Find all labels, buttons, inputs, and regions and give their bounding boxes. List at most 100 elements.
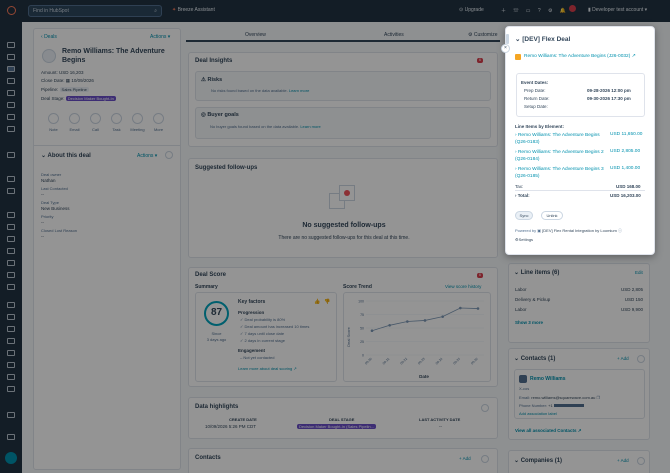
tab-activities[interactable]: Activities <box>384 32 404 38</box>
products-nav-icon[interactable] <box>7 338 15 344</box>
tickets-nav-icon[interactable] <box>7 260 15 266</box>
content-icon[interactable] <box>7 90 15 96</box>
subscriptions-nav-icon[interactable] <box>7 374 15 380</box>
contacts-nav-icon[interactable] <box>7 224 15 230</box>
contacts-title-row[interactable]: ⌄ Contacts (1) <box>514 355 555 362</box>
contact-name[interactable]: Remo Williams <box>530 376 566 382</box>
learn-scoring-link[interactable]: Learn more about deal scoring ↗ <box>238 366 297 371</box>
lists-nav-icon[interactable] <box>7 386 15 392</box>
automation-icon[interactable] <box>7 152 15 158</box>
show-more-link[interactable]: Show 3 more <box>515 320 543 325</box>
about-actions-menu[interactable]: Actions ▾ <box>137 153 157 159</box>
field-value[interactable]: -- <box>41 234 44 239</box>
quick-action-note[interactable] <box>48 113 59 124</box>
contacts-mid-settings-icon[interactable] <box>481 455 489 463</box>
line-item-name[interactable]: Labor <box>515 287 527 292</box>
library-icon[interactable] <box>7 212 15 218</box>
total-row[interactable]: › Total: <box>515 193 530 198</box>
quick-action-task[interactable] <box>111 113 122 124</box>
contacts-settings-icon[interactable] <box>637 355 645 363</box>
field-value[interactable]: -- <box>41 220 44 225</box>
panel-line-item[interactable]: › Remo Williams: The Adventure Begins (Q… <box>515 132 605 146</box>
upgrade-button[interactable]: ⊙ Upgrade <box>459 7 484 13</box>
unlink-button[interactable]: Unlink <box>541 211 563 220</box>
account-menu[interactable]: ▮ Developer test account ▾ <box>588 7 647 13</box>
inbox-nav-icon[interactable] <box>7 272 15 278</box>
tab-customize[interactable]: ⚙ Customize <box>468 32 498 38</box>
sync-button[interactable]: Sync <box>515 211 533 220</box>
pipeline-value[interactable]: Sales Pipeline <box>59 87 89 92</box>
info-icon[interactable]: ⓘ <box>618 228 622 233</box>
score-point[interactable] <box>476 307 480 310</box>
stage-value[interactable]: Decision Maker Bought-In <box>65 96 116 101</box>
top-utility-icons[interactable]: ＋ ☏ ▭ ? ⚙ 🔔 <box>501 7 569 14</box>
quick-action-more[interactable] <box>153 113 164 124</box>
contact-email[interactable]: remo.williams@squarewave.com.au <box>531 395 595 400</box>
view-all-contacts-link[interactable]: View all associated Contacts ↗ <box>515 428 581 434</box>
score-point[interactable] <box>441 315 444 318</box>
breeze-assistant-button[interactable]: ✦ Breeze Assistant <box>172 7 215 13</box>
score-point[interactable] <box>459 306 462 310</box>
field-value[interactable]: Nathan <box>41 178 56 183</box>
crm-icon[interactable] <box>7 66 15 72</box>
tasks-nav-icon[interactable] <box>7 302 15 308</box>
line-items-title-row[interactable]: ⌄ Line items (6) <box>514 269 559 276</box>
panel-close-icon[interactable]: × <box>501 44 510 53</box>
workspaces-icon[interactable] <box>7 54 15 60</box>
deals-nav-icon[interactable] <box>7 248 15 254</box>
marketplace-icon[interactable] <box>7 412 15 418</box>
bookmarks-icon[interactable] <box>7 42 15 48</box>
companies-add-button[interactable]: + Add <box>617 458 629 463</box>
contacts-mid-add-button[interactable]: + Add <box>459 456 471 461</box>
back-to-deals-link[interactable]: ‹ Deals <box>41 34 57 40</box>
reporting-icon[interactable] <box>7 176 15 182</box>
feedback-icons[interactable]: 👍👎 <box>314 299 334 305</box>
view-history-link[interactable]: View score history <box>445 284 481 289</box>
deal-actions-menu[interactable]: Actions ▾ <box>150 34 170 40</box>
expand-nav-icon[interactable] <box>7 434 15 440</box>
risks-learn-more-link[interactable]: Learn more <box>289 88 309 93</box>
deal-name[interactable]: Remo Williams: The Adventure Begins <box>62 47 172 65</box>
calls-nav-icon[interactable] <box>7 284 15 290</box>
score-point[interactable] <box>388 324 391 327</box>
about-section-header[interactable]: ⌄ About this deal <box>41 152 91 159</box>
data-icon[interactable] <box>7 188 15 194</box>
line-item-name[interactable]: Labor <box>515 307 527 312</box>
marketing-icon[interactable] <box>7 78 15 84</box>
score-point[interactable] <box>370 329 374 332</box>
settings-link[interactable]: ⚙Settings <box>515 237 533 242</box>
panel-title-row[interactable]: ⌄ [DEV] Flex Deal <box>515 35 570 43</box>
add-association-label-link[interactable]: Add association label <box>519 411 557 416</box>
copy-icon[interactable]: ❐ <box>596 395 600 400</box>
contact-phone[interactable]: +1 <box>548 403 553 408</box>
close-date-value[interactable]: 10/09/2026 <box>71 78 94 83</box>
panel-line-item[interactable]: › Remo Williams: The Adventure Begins 2 … <box>515 149 605 163</box>
line-item-name[interactable]: Delivery & Pickup <box>515 297 550 302</box>
commerce-icon[interactable] <box>7 114 15 120</box>
panel-drag-handle[interactable] <box>506 34 509 44</box>
hubspot-logo[interactable] <box>7 6 16 15</box>
quick-action-email[interactable] <box>69 113 80 124</box>
global-search-input[interactable]: Find in HubSpot ⌕ <box>28 5 162 17</box>
user-avatar[interactable] <box>5 452 17 464</box>
companies-settings-icon[interactable] <box>637 457 645 465</box>
payments-nav-icon[interactable] <box>7 362 15 368</box>
line-items-edit[interactable]: Edit <box>635 270 643 275</box>
quotes-nav-icon[interactable] <box>7 326 15 332</box>
sales-icon[interactable] <box>7 102 15 108</box>
invoices-nav-icon[interactable] <box>7 350 15 356</box>
companies-title-row[interactable]: ⌄ Companies (1) <box>514 457 562 464</box>
tab-overview[interactable]: Overview <box>245 32 266 38</box>
about-settings-icon[interactable] <box>165 151 173 159</box>
highlights-settings-icon[interactable] <box>481 404 489 412</box>
panel-line-item[interactable]: › Remo Williams: The Adventure Begins 3 … <box>515 166 605 180</box>
field-value[interactable]: New Business <box>41 206 70 211</box>
score-point[interactable] <box>406 320 409 323</box>
panel-deal-link[interactable]: Remo Williams: The Adventure Begins (J26… <box>524 53 649 60</box>
quick-action-call[interactable] <box>90 113 101 124</box>
score-point[interactable] <box>423 319 427 322</box>
companies-nav-icon[interactable] <box>7 236 15 242</box>
field-value[interactable]: -- <box>41 192 44 197</box>
service-icon[interactable] <box>7 126 15 132</box>
quick-action-meeting[interactable] <box>132 113 143 124</box>
